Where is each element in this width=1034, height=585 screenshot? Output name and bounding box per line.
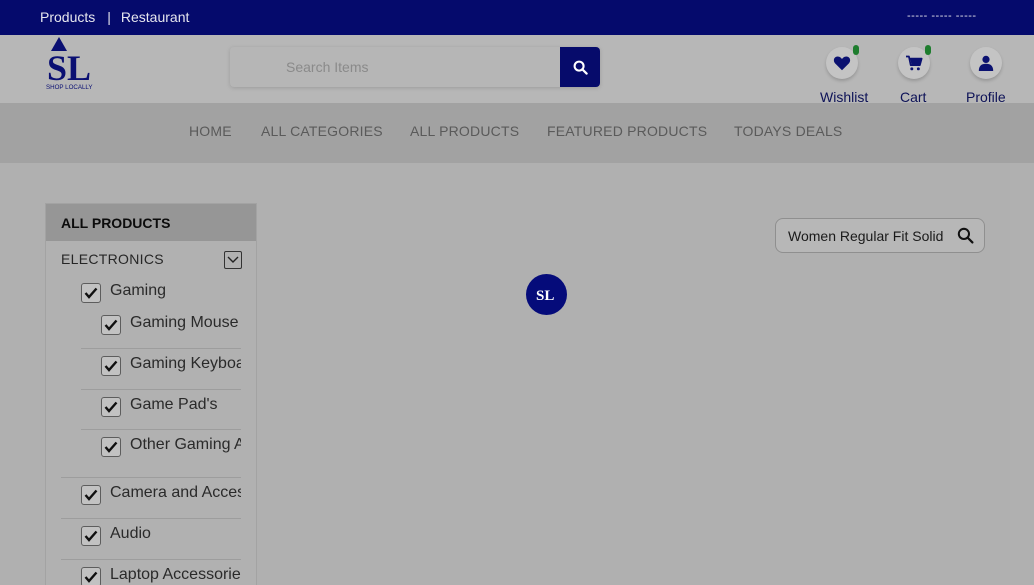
sidebar-title: ALL PRODUCTS [46,204,256,241]
products-link[interactable]: Products [40,9,95,25]
other-gaming-accessories-label[interactable]: Other Gaming Accessories [130,436,241,454]
search-button[interactable] [560,47,600,87]
audio-label[interactable]: Audio [110,525,151,543]
search-icon[interactable] [957,227,974,244]
product-search-input[interactable] [788,219,948,252]
checkmark-icon [104,401,118,413]
game-pads-label[interactable]: Game Pad's [130,396,218,414]
nav-all-products[interactable]: ALL PRODUCTS [410,123,519,139]
checkmark-icon [84,571,98,583]
divider [61,477,241,478]
camera-accessories-checkbox[interactable] [81,485,101,505]
checkmark-icon [84,287,98,299]
top-links: Products | Restaurant [40,9,189,25]
user-icon [978,55,994,71]
main-nav: HOME ALL CATEGORIES ALL PRODUCTS FEATURE… [0,103,1034,163]
shop-locally-logo[interactable]: SL SHOP LOCALLY [45,37,105,92]
cart-badge [925,45,931,55]
svg-text:SL: SL [47,48,91,88]
divider [81,429,241,430]
svg-text:SHOP LOCALLY: SHOP LOCALLY [46,84,93,91]
category-electronics[interactable]: ELECTRONICS [61,251,164,267]
gaming-keyboard-label[interactable]: Gaming Keyboard [130,355,241,373]
header: SL SHOP LOCALLY Wishlist Cart [0,35,1034,105]
gaming-checkbox[interactable] [81,283,101,303]
search-bar [230,47,600,87]
heart-icon [833,56,851,71]
top-right-text: ----- ----- ----- [907,10,977,22]
gaming-keyboard-checkbox[interactable] [101,356,121,376]
search-input[interactable] [230,47,560,87]
checkmark-icon [104,319,118,331]
laptop-accessories-label[interactable]: Laptop Accessories [110,566,241,584]
divider [81,348,241,349]
restaurant-link[interactable]: Restaurant [121,9,189,25]
top-bar: Products | Restaurant ----- ----- ----- [0,0,1034,35]
checkmark-icon [104,360,118,372]
profile-button[interactable] [970,47,1002,79]
checkmark-icon [104,441,118,453]
game-pads-checkbox[interactable] [101,397,121,417]
cart-icon [906,55,923,71]
audio-checkbox[interactable] [81,526,101,546]
checkmark-icon [84,489,98,501]
nav-home[interactable]: HOME [189,123,232,139]
gaming-label[interactable]: Gaming [110,282,166,300]
camera-accessories-label[interactable]: Camera and Accessories [110,484,241,502]
chevron-down-icon [227,256,239,263]
nav-todays-deals[interactable]: TODAYS DEALS [734,123,842,139]
product-search-box [775,218,985,253]
product-filter-sidebar: ALL PRODUCTS ELECTRONICS Gaming Gaming M… [45,203,257,585]
divider [61,559,241,560]
nav-all-categories[interactable]: ALL CATEGORIES [261,123,383,139]
divider [81,389,241,390]
gaming-mouse-checkbox[interactable] [101,315,121,335]
svg-text:SL: SL [536,288,554,304]
search-icon [573,60,588,75]
wishlist-badge [853,45,859,55]
gaming-mouse-label[interactable]: Gaming Mouse [130,314,239,332]
category-collapse-toggle[interactable] [224,251,242,269]
nav-featured-products[interactable]: FEATURED PRODUCTS [547,123,707,139]
loading-spinner: SL [526,274,567,315]
top-separator: | [107,9,111,25]
laptop-accessories-checkbox[interactable] [81,567,101,585]
shop-locally-loader-logo: SL [536,288,554,304]
divider [61,518,241,519]
checkmark-icon [84,530,98,542]
other-gaming-accessories-checkbox[interactable] [101,437,121,457]
